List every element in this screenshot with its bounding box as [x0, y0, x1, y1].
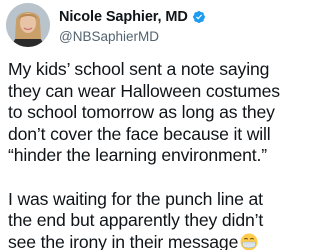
- tweet-card: Nicole Saphier, MD @NBSaphierMD My kids’…: [0, 0, 300, 250]
- profile-photo-icon: [6, 3, 50, 47]
- avatar[interactable]: [6, 3, 50, 47]
- verified-badge-icon: [192, 10, 206, 24]
- tweet-header: Nicole Saphier, MD @NBSaphierMD: [6, 3, 296, 47]
- text-line: don’t cover the face because it will: [8, 123, 271, 144]
- display-name[interactable]: Nicole Saphier, MD: [59, 9, 188, 25]
- user-handle[interactable]: @NBSaphierMD: [59, 29, 289, 44]
- user-info: Nicole Saphier, MD @NBSaphierMD: [59, 7, 289, 44]
- text-line: see the irony in their message: [8, 231, 239, 250]
- tweet-paragraph-1: My kids’ school sent a note saying they …: [8, 59, 298, 167]
- tweet-text: My kids’ school sent a note saying they …: [8, 59, 298, 250]
- text-line: they can wear Halloween costumes: [8, 80, 280, 101]
- text-line: to school tomorrow as long as they: [8, 102, 275, 123]
- text-line: My kids’ school sent a note saying: [8, 59, 270, 79]
- tweet-paragraph-2: I was waiting for the punch line at the …: [8, 189, 298, 250]
- text-line-with-emoji: see the irony in their message: [8, 232, 298, 250]
- face-with-medical-mask-icon: [240, 233, 258, 250]
- text-line: I was waiting for the punch line at: [8, 188, 263, 209]
- name-row: Nicole Saphier, MD: [59, 7, 289, 26]
- text-line: “hinder the learning environment.”: [8, 145, 267, 166]
- text-line: the end but apparently they didn’t: [8, 210, 264, 231]
